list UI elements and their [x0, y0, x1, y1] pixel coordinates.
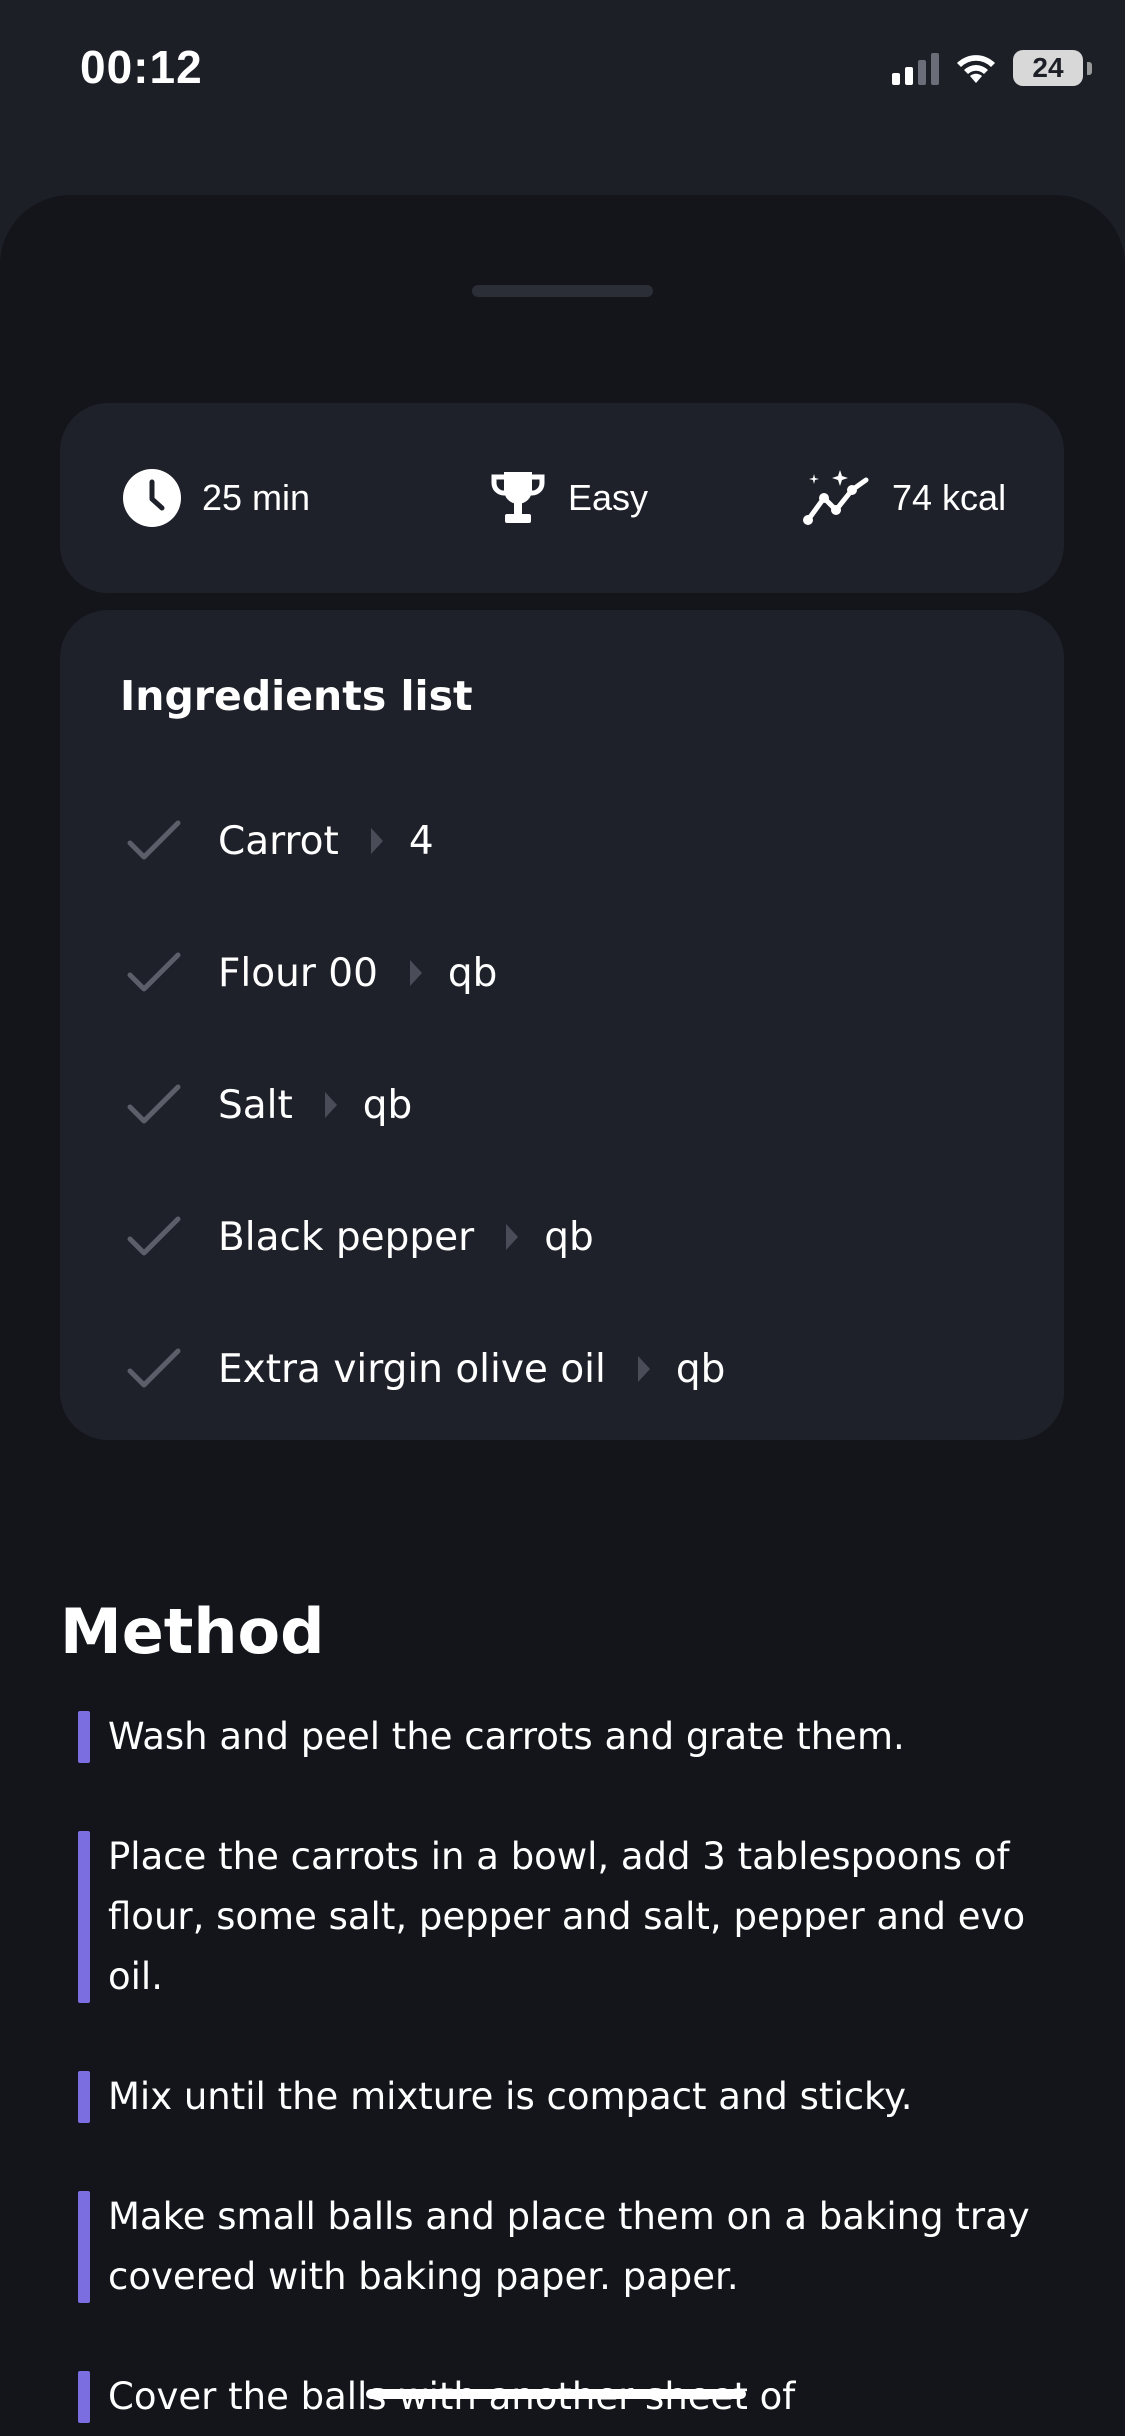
caret-right-icon	[323, 1090, 339, 1120]
difficulty-label: Easy	[568, 477, 649, 518]
calories-label: 74 kcal	[892, 477, 1007, 518]
ingredient-quantity: qb	[544, 1214, 594, 1260]
status-icons: 24	[892, 48, 1092, 88]
recipe-info-card: 25 min Easy 74 kcal	[60, 403, 1064, 593]
method-step: Wash and peel the carrots and grate them…	[78, 1707, 1078, 1767]
method-steps: Wash and peel the carrots and grate them…	[78, 1707, 1078, 2436]
clock-icon	[123, 469, 181, 527]
check-icon[interactable]	[126, 951, 182, 995]
ingredient-name: Salt	[218, 1082, 293, 1128]
battery-icon: 24	[1013, 50, 1092, 86]
recipe-sheet: 25 min Easy 74 kcal Ingredients list Car…	[0, 195, 1125, 2436]
wifi-icon	[957, 55, 995, 83]
ingredient-item[interactable]: Black pepper qb	[126, 1171, 725, 1303]
method-step: Make small balls and place them on a bak…	[78, 2187, 1078, 2307]
difficulty: Easy	[488, 403, 648, 593]
home-indicator[interactable]	[366, 2389, 746, 2399]
ingredient-quantity: qb	[447, 950, 498, 996]
method-step-last: Cover the balls with another sheet of	[78, 2367, 1078, 2427]
ingredient-item[interactable]: Extra virgin olive oil qb	[126, 1303, 725, 1435]
check-icon[interactable]	[126, 1083, 182, 1127]
recipe-screen: 00:12 24 25 min Easy 74 kcal Ingredients…	[0, 0, 1125, 2436]
ingredient-quantity: qb	[362, 1082, 413, 1128]
ingredient-name: Extra virgin olive oil	[218, 1346, 606, 1392]
ingredients-list: Carrot 4 Flour 00 qb Salt qb Black peppe…	[126, 775, 725, 1435]
cellular-signal-icon	[892, 51, 939, 85]
ingredient-item[interactable]: Carrot 4	[126, 775, 725, 907]
ingredient-name: Flour 00	[218, 950, 378, 996]
method-step: Mix until the mixture is compact and sti…	[78, 2067, 1078, 2127]
caret-right-icon	[408, 958, 424, 988]
ingredients-card: Ingredients list Carrot 4 Flour 00 qb Sa…	[60, 610, 1064, 1440]
check-icon[interactable]	[126, 819, 182, 863]
ingredient-quantity: 4	[408, 818, 434, 864]
ingredient-quantity: qb	[675, 1346, 726, 1392]
sheet-grabber[interactable]	[472, 285, 653, 297]
sparkle-chart-icon	[803, 470, 869, 525]
calories: 74 kcal	[802, 403, 1006, 593]
method-title: Method	[60, 1595, 325, 1668]
ingredient-item[interactable]: Salt qb	[126, 1039, 725, 1171]
check-icon[interactable]	[126, 1215, 182, 1259]
caret-right-icon	[369, 826, 385, 856]
trophy-icon	[491, 472, 545, 523]
prep-time: 25 min	[122, 403, 310, 593]
status-bar: 00:12 24	[0, 0, 1125, 140]
ingredient-name: Carrot	[218, 818, 339, 864]
status-time: 00:12	[80, 41, 203, 93]
method-step: Place the carrots in a bowl, add 3 table…	[78, 1827, 1078, 2007]
ingredient-name: Black pepper	[218, 1214, 475, 1260]
caret-right-icon	[504, 1222, 520, 1252]
check-icon[interactable]	[126, 1347, 182, 1391]
ingredient-item[interactable]: Flour 00 qb	[126, 907, 725, 1039]
ingredients-title: Ingredients list	[120, 672, 473, 720]
prep-time-label: 25 min	[202, 477, 311, 518]
caret-right-icon	[636, 1354, 652, 1384]
